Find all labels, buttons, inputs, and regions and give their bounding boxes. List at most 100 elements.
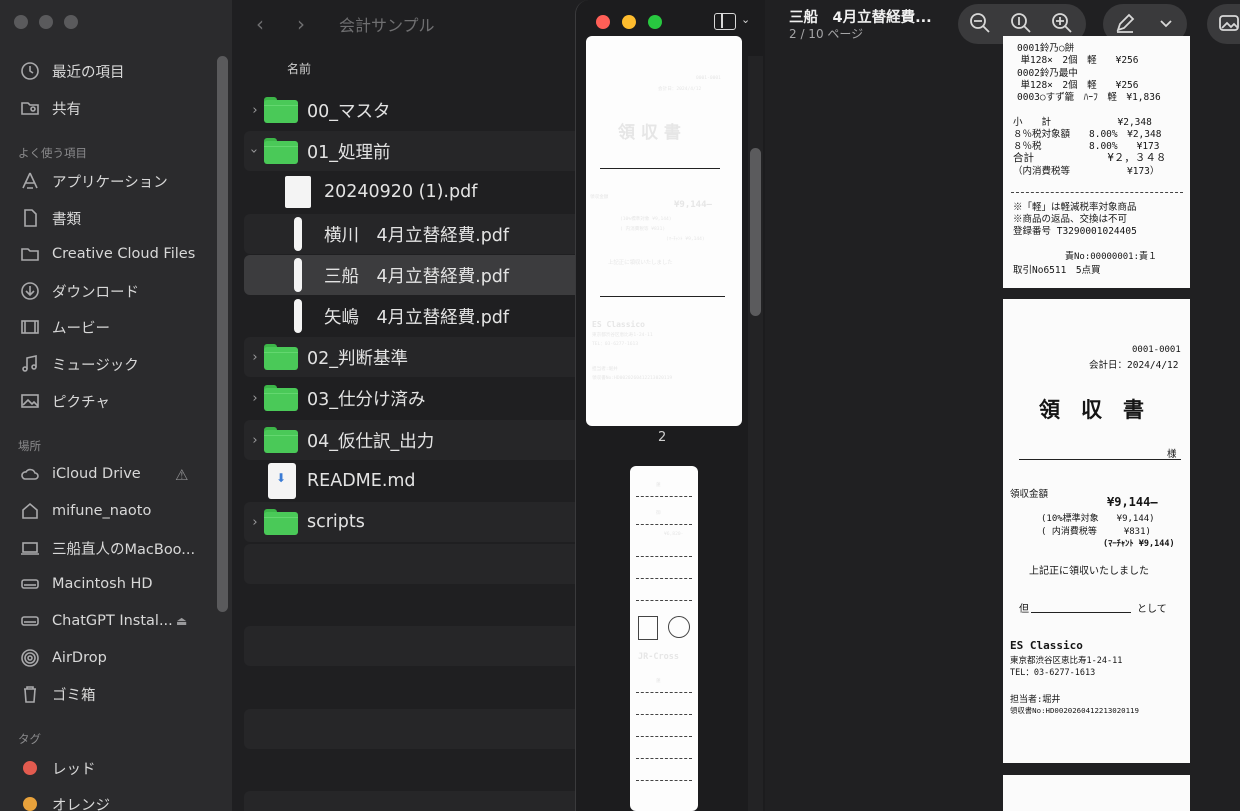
markdown-file-icon: ⬇ (268, 463, 296, 499)
markup-pen-icon[interactable] (1114, 12, 1136, 34)
thumb-amount: ¥9,144— (674, 200, 712, 210)
sidebar-item-documents[interactable]: 書類 (19, 204, 219, 232)
minimize-button[interactable] (39, 15, 53, 29)
sidebar-item-label: アプリケーション (52, 174, 168, 191)
thumbnail-page-3[interactable]: 蓮 御 ¥6,820- JR-Cross 蓮 (630, 466, 698, 811)
list-item[interactable]: › scripts (244, 502, 600, 542)
close-button[interactable] (14, 15, 28, 29)
thumb3-amount: ¥6,820- (664, 532, 684, 537)
sidebar-item-music[interactable]: ミュージック (19, 350, 219, 378)
thumb3-dash (636, 600, 692, 601)
empty-row (244, 709, 600, 749)
file-name: 横川 4月立替経費.pdf (324, 225, 510, 246)
preview-zoom-button[interactable] (648, 15, 662, 29)
sidebar-item-downloads[interactable]: ダウンロード (19, 277, 219, 305)
locations-header: 場所 (18, 439, 41, 453)
thumb-line (600, 168, 720, 169)
thumb-tax-2: ( 内消費税等 ¥831) (620, 227, 666, 232)
receipt-divider (1011, 192, 1183, 193)
picture-icon (19, 390, 41, 412)
actual-size-icon[interactable] (1010, 12, 1032, 34)
list-item[interactable]: › 03_仕分け済み (244, 378, 600, 418)
laptop-icon (19, 537, 41, 559)
chevron-right-icon[interactable]: › (249, 391, 261, 406)
thumbnail-page-2[interactable]: 0001-0001 会計日：2024/4/12 領 収 書 領収金額 ¥9,14… (586, 36, 742, 426)
list-item[interactable]: 矢嶋 4月立替経費.pdf (244, 296, 600, 336)
sidebar-item-label: オレンジ (52, 797, 110, 811)
zoom-button[interactable] (64, 15, 78, 29)
chevron-right-icon[interactable]: › (249, 103, 261, 118)
sidebar-item-label: ゴミ箱 (52, 687, 96, 704)
file-name: 三船 4月立替経費.pdf (324, 266, 510, 287)
receipt-page-main: 0001-0001 会計日：2024/4/12 領 収 書 様 領収金額 ¥9,… (1003, 299, 1190, 763)
sidebar-item-trash[interactable]: ゴミ箱 (19, 680, 219, 708)
list-item-selected[interactable]: 三船 4月立替経費.pdf (244, 255, 600, 295)
sidebar-item-recents[interactable]: 最近の項目 (19, 57, 219, 85)
zoom-in-icon[interactable] (1051, 12, 1073, 34)
sidebar-item-home[interactable]: mifune_naoto (19, 497, 219, 525)
list-item[interactable]: › 01_処理前 (244, 131, 600, 171)
thumb-title: 領 収 書 (618, 123, 681, 143)
preview-close-button[interactable] (596, 15, 610, 29)
chevron-down-icon[interactable] (1155, 12, 1177, 34)
sidebar-item-creative-cloud[interactable]: Creative Cloud Files (19, 240, 219, 268)
list-item[interactable]: 横川 4月立替経費.pdf (244, 214, 600, 254)
list-item[interactable]: › 02_判断基準 (244, 337, 600, 377)
tag-red-dot-wrap (19, 757, 41, 779)
sidebar-item-chatgpt-installer[interactable]: ChatGPT Instal... (19, 607, 219, 635)
file-name: 04_仮仕訳_出力 (307, 431, 435, 452)
sidebar-item-label: 三船直人のMacBoo... (52, 541, 196, 558)
image-icon[interactable] (1218, 12, 1240, 34)
list-item[interactable]: 20240920 (1).pdf (244, 172, 600, 212)
chevron-down-icon[interactable]: ⌄ (741, 13, 750, 26)
sidebar-item-macbook[interactable]: 三船直人のMacBoo... (19, 534, 219, 562)
sidebar-item-label: ムービー (52, 320, 110, 337)
sidebar-item-tag-orange[interactable]: オレンジ (19, 790, 219, 811)
list-item[interactable]: › 00_マスタ (244, 90, 600, 130)
chevron-right-icon[interactable]: › (249, 350, 261, 365)
tag-orange-dot (23, 797, 37, 811)
sidebar-item-label: 共有 (52, 101, 81, 118)
thumb3-dash (636, 736, 692, 737)
receipt-tax-included: ( 内消費税等 ¥831) (1041, 527, 1151, 537)
thumb-received: 上記正に領収いたしました (608, 260, 673, 266)
list-item[interactable]: › 04_仮仕訳_出力 (244, 420, 600, 460)
thumb-tax-1: (10%標準対象 ¥9,144) (620, 217, 672, 222)
pdf-file-icon (294, 299, 302, 333)
sidebar-item-pictures[interactable]: ピクチャ (19, 387, 219, 415)
column-header-name[interactable]: 名前 (287, 60, 311, 77)
sidebar-item-applications[interactable]: アプリケーション (19, 167, 219, 195)
receipt-serial: 0001-0001 (1132, 345, 1181, 355)
sidebar-item-airdrop[interactable]: AirDrop (19, 644, 219, 672)
receipt-line: （内消費税等 ¥173） (1013, 166, 1160, 177)
thumb3-dash (636, 496, 692, 497)
thumb3-dash (636, 780, 692, 781)
sidebar-item-shared[interactable]: 共有 (19, 94, 219, 122)
applications-icon (19, 170, 41, 192)
chevron-right-icon[interactable]: › (249, 515, 261, 530)
folder-icon (264, 385, 298, 411)
tags-header: タグ (18, 732, 41, 746)
pdf-file-icon (294, 258, 302, 292)
sidebar-item-tag-red[interactable]: レッド (19, 754, 219, 782)
sidebar-item-label: ChatGPT Instal... (52, 613, 173, 629)
sidebar-toggle-icon[interactable] (714, 13, 736, 30)
thumb3-dash (636, 578, 692, 579)
forward-button[interactable]: › (297, 12, 305, 36)
zoom-out-icon[interactable] (969, 12, 991, 34)
back-button[interactable]: ‹ (256, 12, 264, 36)
thumb-line (600, 296, 725, 297)
preview-minimize-button[interactable] (622, 15, 636, 29)
sidebar-item-icloud[interactable]: iCloud Drive (19, 460, 219, 488)
chevron-right-icon[interactable]: › (249, 433, 261, 448)
thumbnail-scrollbar[interactable] (750, 148, 761, 316)
eject-icon[interactable]: ⏏ (176, 614, 187, 628)
chevron-down-icon[interactable]: › (247, 145, 262, 157)
sidebar-scrollbar[interactable] (217, 56, 228, 612)
list-item[interactable]: ⬇ README.md (244, 461, 600, 501)
sidebar-item-macintosh-hd[interactable]: Macintosh HD (19, 570, 219, 598)
cloud-icon (19, 463, 41, 485)
sidebar-item-movies[interactable]: ムービー (19, 313, 219, 341)
receipt-line: 登録番号 T3290001024405 (1013, 226, 1137, 237)
receipt-line: 取引No6511 5点買 (1013, 265, 1101, 276)
